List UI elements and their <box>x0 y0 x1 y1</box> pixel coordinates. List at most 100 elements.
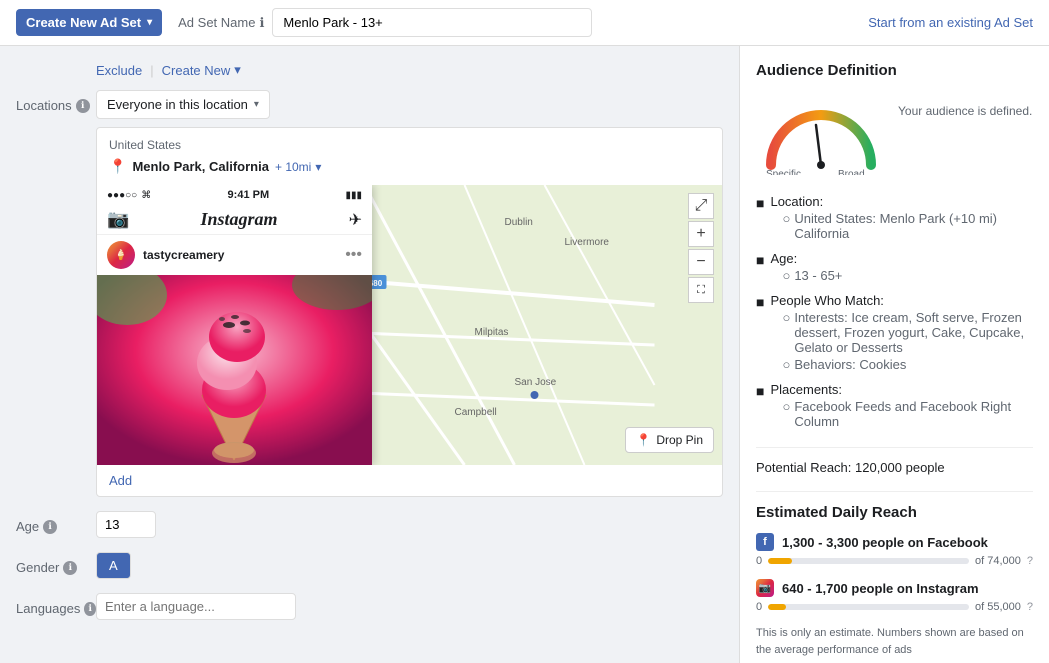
svg-text:Dublin: Dublin <box>505 217 533 228</box>
bullet-icon: ■ <box>756 294 764 310</box>
send-icon[interactable]: ✈ <box>349 210 362 230</box>
adset-name-input[interactable] <box>272 8 592 37</box>
gender-content: A <box>96 552 723 579</box>
map-expand-button[interactable]: ⤢ <box>688 193 714 219</box>
svg-text:Campbell: Campbell <box>455 407 497 418</box>
locations-content: Everyone in this location ▾ United State… <box>96 90 723 497</box>
facebook-reach-numbers: 1,300 - 3,300 people on Facebook <box>782 535 988 550</box>
map-zoom-in-button[interactable]: + <box>688 221 714 247</box>
bullet-icon: ■ <box>756 252 764 268</box>
instagram-logo: Instagram <box>200 209 277 230</box>
pipe-divider: | <box>150 63 153 78</box>
create-new-adset-button[interactable]: Create New Ad Set ▾ <box>16 9 162 36</box>
gender-label: Gender ℹ <box>16 552 96 575</box>
post-options-icon[interactable]: ••• <box>345 246 362 264</box>
svg-text:Livermore: Livermore <box>565 237 610 248</box>
age-value: 13 - 65+ <box>794 268 842 283</box>
estimate-note: This is only an estimate. Numbers shown … <box>756 625 1033 658</box>
facebook-zero: 0 <box>756 555 762 567</box>
all-gender-button[interactable]: A <box>96 552 131 579</box>
instagram-of-label: of 55,000 <box>975 601 1021 613</box>
age-row: Age ℹ <box>16 511 723 538</box>
instagram-platform: 📷 640 - 1,700 people on Instagram <box>756 579 1033 597</box>
languages-content <box>96 593 723 620</box>
bullet-icon: ■ <box>756 195 764 211</box>
signal-dots: ●●●○○ <box>107 190 137 201</box>
gauge-text: Your audience is defined. <box>898 95 1032 120</box>
audience-definition-title: Audience Definition <box>756 62 1033 79</box>
facebook-bar-bg <box>768 558 969 564</box>
bullet-icon: ■ <box>756 383 764 399</box>
location-type-dropdown[interactable]: Everyone in this location ▾ <box>96 90 270 119</box>
instagram-question-icon[interactable]: ? <box>1027 601 1033 613</box>
country-label: United States <box>109 138 710 152</box>
map-controls: ⤢ + − ⛶ <box>688 193 714 303</box>
svg-text:Specific: Specific <box>766 169 801 175</box>
drop-pin-icon: 📍 <box>636 433 651 447</box>
gender-info-icon[interactable]: ℹ <box>63 561 77 575</box>
create-new-button[interactable]: Create New ▾ <box>162 62 241 78</box>
instagram-icon: 📷 <box>756 579 774 597</box>
facebook-icon: f <box>756 533 774 551</box>
right-panel: Audience Definition <box>739 46 1049 663</box>
radius-selector[interactable]: + 10mi ▾ <box>275 160 321 174</box>
facebook-reach-row: f 1,300 - 3,300 people on Facebook 0 of … <box>756 533 1033 567</box>
instagram-bar-wrap: 0 of 55,000 ? <box>756 601 1033 613</box>
instagram-reach-row: 📷 640 - 1,700 people on Instagram 0 of 5… <box>756 579 1033 613</box>
interests-value: Interests: Ice cream, Soft serve, Frozen… <box>794 310 1033 355</box>
location-box: United States 📍 Menlo Park, California +… <box>96 127 723 497</box>
age-info-icon[interactable]: ℹ <box>43 520 57 534</box>
locations-row: Locations ℹ Everyone in this location ▾ … <box>16 90 723 497</box>
languages-label: Languages ℹ <box>16 593 96 616</box>
add-location-link[interactable]: Add <box>109 473 132 488</box>
placements-label: Placements: <box>770 382 842 397</box>
start-from-existing-link[interactable]: Start from an existing Ad Set <box>868 15 1033 30</box>
svg-text:Milpitas: Milpitas <box>475 327 509 338</box>
instagram-bar-fill <box>768 604 786 610</box>
facebook-platform: f 1,300 - 3,300 people on Facebook <box>756 533 1033 551</box>
languages-input[interactable] <box>96 593 296 620</box>
drop-pin-button[interactable]: 📍 Drop Pin <box>625 427 714 453</box>
header: Create New Ad Set ▾ Ad Set Name ℹ Start … <box>0 0 1049 46</box>
exclude-bar: Exclude | Create New ▾ <box>96 62 723 78</box>
adset-name-info-icon[interactable]: ℹ <box>259 15 264 31</box>
main-content: Exclude | Create New ▾ Locations ℹ Every… <box>0 46 1049 663</box>
phone-battery-icon: ▮▮▮ <box>345 190 362 201</box>
people-match-label: People Who Match: <box>770 293 883 308</box>
city-name: Menlo Park, California <box>132 159 269 174</box>
post-username: tastycreamery <box>143 248 224 262</box>
facebook-question-icon[interactable]: ? <box>1027 555 1033 567</box>
map-zoom-out-button[interactable]: − <box>688 249 714 275</box>
instagram-bar-bg <box>768 604 969 610</box>
facebook-bar-wrap: 0 of 74,000 ? <box>756 555 1033 567</box>
post-avatar: 🍦 <box>107 241 135 269</box>
post-header: 🍦 tastycreamery ••• <box>97 235 372 275</box>
phone-time: 9:41 PM <box>228 189 270 201</box>
location-box-inner: United States 📍 Menlo Park, California +… <box>97 128 722 185</box>
instagram-header: 📷 Instagram ✈ <box>97 205 372 235</box>
behaviors-value: Behaviors: Cookies <box>794 357 906 372</box>
svg-text:Broad: Broad <box>838 169 865 175</box>
create-button-label: Create New Ad Set <box>26 15 141 30</box>
languages-row: Languages ℹ <box>16 593 723 620</box>
facebook-of-label: of 74,000 <box>975 555 1021 567</box>
location-pin-icon: 📍 <box>109 158 126 175</box>
wifi-icon: ⌘ <box>141 190 151 201</box>
languages-info-icon[interactable]: ℹ <box>84 602 96 616</box>
phone-signal: ●●●○○ ⌘ <box>107 190 151 201</box>
camera-icon[interactable]: 📷 <box>107 209 129 230</box>
map-fullscreen-button[interactable]: ⛶ <box>688 277 714 303</box>
post-image <box>97 275 372 430</box>
gender-row: Gender ℹ A <box>16 552 723 579</box>
location-value: United States: Menlo Park (+10 mi) Calif… <box>794 211 1033 241</box>
age-label: Age ℹ <box>16 511 96 534</box>
placements-value: Facebook Feeds and Facebook Right Column <box>794 399 1033 429</box>
audience-details: ■ Location: ○United States: Menlo Park (… <box>756 194 1033 431</box>
locations-info-icon[interactable]: ℹ <box>76 99 90 113</box>
gauge-container: Specific Broad Your audience is defined. <box>756 95 1033 178</box>
age-min-input[interactable] <box>96 511 156 538</box>
location-label: Location: <box>770 194 823 209</box>
exclude-link[interactable]: Exclude <box>96 63 142 78</box>
ice-cream-image <box>97 275 372 465</box>
potential-reach: Potential Reach: 120,000 people <box>756 447 1033 475</box>
